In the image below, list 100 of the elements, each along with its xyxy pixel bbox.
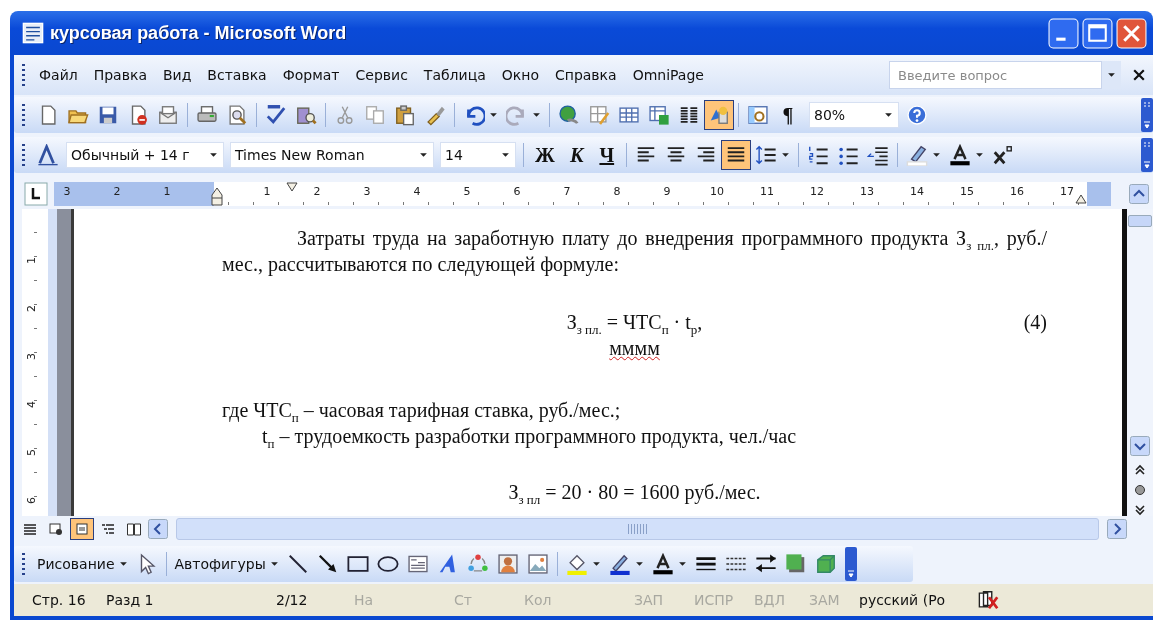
columns-icon[interactable]	[678, 104, 700, 126]
help-icon[interactable]	[906, 104, 928, 126]
drawing-toggle-button[interactable]	[704, 100, 734, 130]
table-pencil-icon[interactable]	[588, 104, 610, 126]
help-search-field[interactable]: Введите вопрос	[889, 61, 1102, 89]
diagram-icon[interactable]	[466, 553, 489, 575]
dropdown-caret-icon[interactable]	[634, 561, 644, 567]
dropdown-caret-icon[interactable]	[419, 152, 428, 158]
numbered-list-icon[interactable]	[806, 144, 829, 166]
menu-item[interactable]: Окно	[495, 64, 549, 86]
close-document-icon[interactable]	[1133, 69, 1145, 81]
view-button[interactable]	[70, 518, 94, 540]
font-style-button[interactable]: К	[561, 140, 592, 170]
ruler-number: 3	[363, 185, 371, 198]
clip-art-icon[interactable]	[496, 553, 519, 575]
text-box-icon[interactable]	[406, 553, 429, 575]
scroll-thumb[interactable]	[1128, 215, 1152, 227]
zoom-combo[interactable]: 80%	[809, 102, 899, 128]
font-style-button[interactable]: Ж	[528, 140, 562, 170]
normal-view-icon	[22, 521, 38, 537]
menu-item[interactable]: Таблица	[417, 64, 496, 86]
maximize-button[interactable]	[1082, 17, 1113, 49]
dropdown-caret-icon[interactable]	[974, 152, 984, 158]
arrow-icon[interactable]	[316, 553, 339, 575]
table-grid-icon[interactable]	[618, 104, 640, 126]
line-color-icon[interactable]	[608, 553, 631, 575]
dropdown-caret-icon[interactable]	[501, 152, 510, 158]
hyperlink-globe-icon[interactable]	[558, 104, 580, 126]
toolbar-options-icon[interactable]	[844, 547, 857, 581]
vertical-ruler[interactable]: 1 2 3 4 5 6	[22, 209, 48, 516]
menu-item[interactable]: Справка	[548, 64, 627, 86]
shadow-icon[interactable]	[784, 553, 807, 575]
font-color-icon[interactable]	[948, 144, 971, 166]
dropdown-caret-icon[interactable]	[269, 561, 279, 567]
draw-menu[interactable]: Рисование	[33, 556, 119, 572]
toolbar-options-icon[interactable]	[1141, 138, 1153, 172]
document-map-icon[interactable]	[747, 104, 769, 126]
picture-icon[interactable]	[526, 553, 549, 575]
right-indent-marker[interactable]	[1075, 194, 1087, 204]
scroll-up-button[interactable]	[1129, 184, 1149, 204]
dropdown-caret-icon[interactable]	[931, 152, 941, 158]
font-style-button[interactable]: Ч	[591, 140, 622, 170]
print-preview-icon[interactable]	[226, 104, 248, 126]
superscript-icon[interactable]	[991, 144, 1014, 166]
minimize-button[interactable]	[1048, 17, 1079, 49]
dropdown-caret-icon[interactable]	[780, 152, 790, 158]
menu-item[interactable]: Формат	[276, 64, 350, 86]
scroll-left-button[interactable]	[148, 519, 168, 539]
hanging-indent-marker[interactable]	[211, 186, 223, 206]
menu-item[interactable]: Вставка	[201, 64, 277, 86]
font-combo[interactable]: Times New Roman	[230, 142, 434, 168]
first-line-indent-marker[interactable]	[286, 182, 298, 192]
dropdown-caret-icon[interactable]	[532, 112, 541, 118]
scroll-down-button[interactable]	[1130, 436, 1150, 456]
menu-item[interactable]: Вид	[156, 64, 202, 86]
previous-page-icon[interactable]	[1134, 464, 1146, 476]
status-item: ИСПР	[694, 592, 734, 608]
dropdown-caret-icon[interactable]	[209, 152, 218, 158]
close-button[interactable]	[1116, 17, 1147, 49]
highlight-marker-icon[interactable]	[905, 144, 928, 166]
dropdown-caret-icon[interactable]	[1107, 72, 1116, 78]
horizontal-scrollbar[interactable]	[176, 518, 1099, 540]
autoshapes-menu[interactable]: Автофигуры	[170, 556, 270, 572]
styles-pane-icon[interactable]	[37, 144, 59, 166]
document-page[interactable]	[74, 209, 1127, 516]
next-page-icon[interactable]	[1134, 504, 1146, 516]
browse-object-icon[interactable]	[1134, 484, 1146, 496]
menu-item[interactable]: OmniPage	[626, 64, 714, 86]
cube-3d-icon[interactable]	[814, 553, 837, 575]
decrease-indent-icon[interactable]	[866, 144, 889, 166]
horizontal-ruler[interactable]: 3 2 1 1 2 3 4 5 6 7 8 9 10 11 12 13 14 15 16 17	[54, 182, 1111, 206]
scroll-right-button[interactable]	[1107, 519, 1127, 539]
paste-clipboard-icon[interactable]	[394, 104, 416, 126]
arrow-style-icon[interactable]	[754, 553, 777, 575]
line-icon[interactable]	[286, 553, 309, 575]
dropdown-caret-icon[interactable]	[677, 561, 687, 567]
dropdown-caret-icon[interactable]	[884, 112, 893, 118]
menu-item[interactable]: Правка	[87, 64, 157, 86]
menu-item[interactable]: Файл	[33, 64, 88, 86]
dropdown-caret-icon[interactable]	[591, 561, 601, 567]
fill-bucket-icon[interactable]	[565, 553, 588, 575]
font-size-combo[interactable]: 14	[440, 142, 516, 168]
tab-selector-icon[interactable]	[24, 182, 48, 206]
oval-icon[interactable]	[376, 553, 399, 575]
menu-item[interactable]: Сервис	[349, 64, 418, 86]
scissors-icon[interactable]	[334, 104, 356, 126]
toolbar-options-icon[interactable]	[1141, 98, 1153, 132]
show-formatting-button[interactable]: ¶	[773, 100, 803, 130]
spelling-status-icon[interactable]	[978, 589, 1000, 611]
research-book-icon[interactable]	[295, 104, 317, 126]
rectangle-icon[interactable]	[346, 553, 369, 575]
alignment-button[interactable]	[720, 140, 751, 170]
style-combo[interactable]: Обычный + 14 г	[66, 142, 224, 168]
spelling-check-icon[interactable]	[265, 104, 287, 126]
dropdown-caret-icon[interactable]	[118, 561, 128, 567]
spreadsheet-icon[interactable]	[648, 104, 670, 126]
line-spacing-icon[interactable]	[754, 144, 777, 166]
dropdown-caret-icon[interactable]	[489, 112, 498, 118]
font-color-icon[interactable]	[651, 553, 674, 575]
email-icon[interactable]	[157, 104, 179, 126]
